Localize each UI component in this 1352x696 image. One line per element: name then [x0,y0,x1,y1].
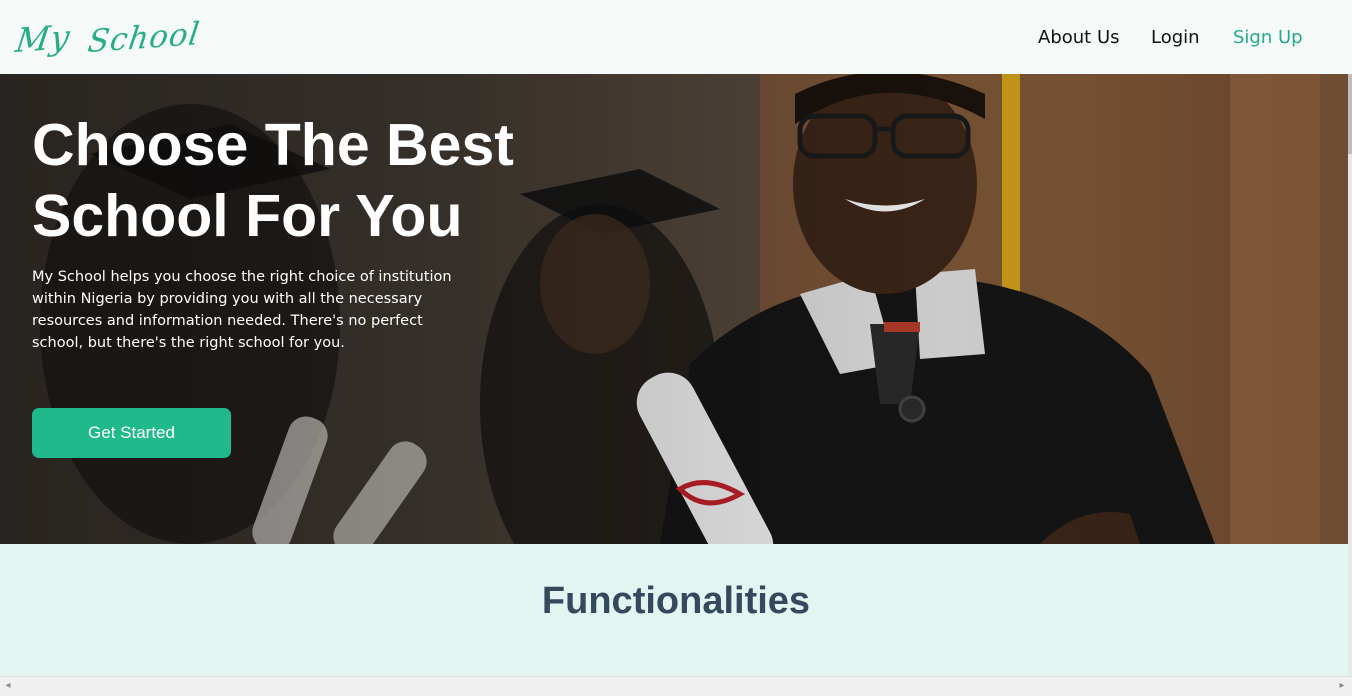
nav-link-about[interactable]: About Us [1038,27,1120,48]
hero-title-line2: School For You [32,183,463,249]
hero-section: Choose The Best School For You My School… [0,74,1352,544]
get-started-button[interactable]: Get Started [32,408,231,458]
horizontal-scrollbar[interactable]: ◂ ▸ [0,676,1352,696]
scroll-left-arrow-icon[interactable]: ◂ [2,680,14,692]
hero-title: Choose The Best School For You [32,110,552,252]
nav-links: About Us Login Sign Up [0,27,1352,53]
functionalities-heading: Functionalities [541,580,811,622]
vertical-scrollbar[interactable] [1348,74,1352,676]
navbar: My School About Us Login Sign Up [0,0,1352,74]
hero-title-line1: Choose The Best [32,112,514,178]
nav-link-login[interactable]: Login [1151,27,1200,48]
nav-link-signup[interactable]: Sign Up [1233,27,1303,48]
functionalities-section: Functionalities [0,544,1352,676]
scroll-right-arrow-icon[interactable]: ▸ [1336,680,1348,692]
vertical-scrollbar-thumb[interactable] [1348,74,1352,154]
hero-description: My School helps you choose the right cho… [32,269,452,351]
